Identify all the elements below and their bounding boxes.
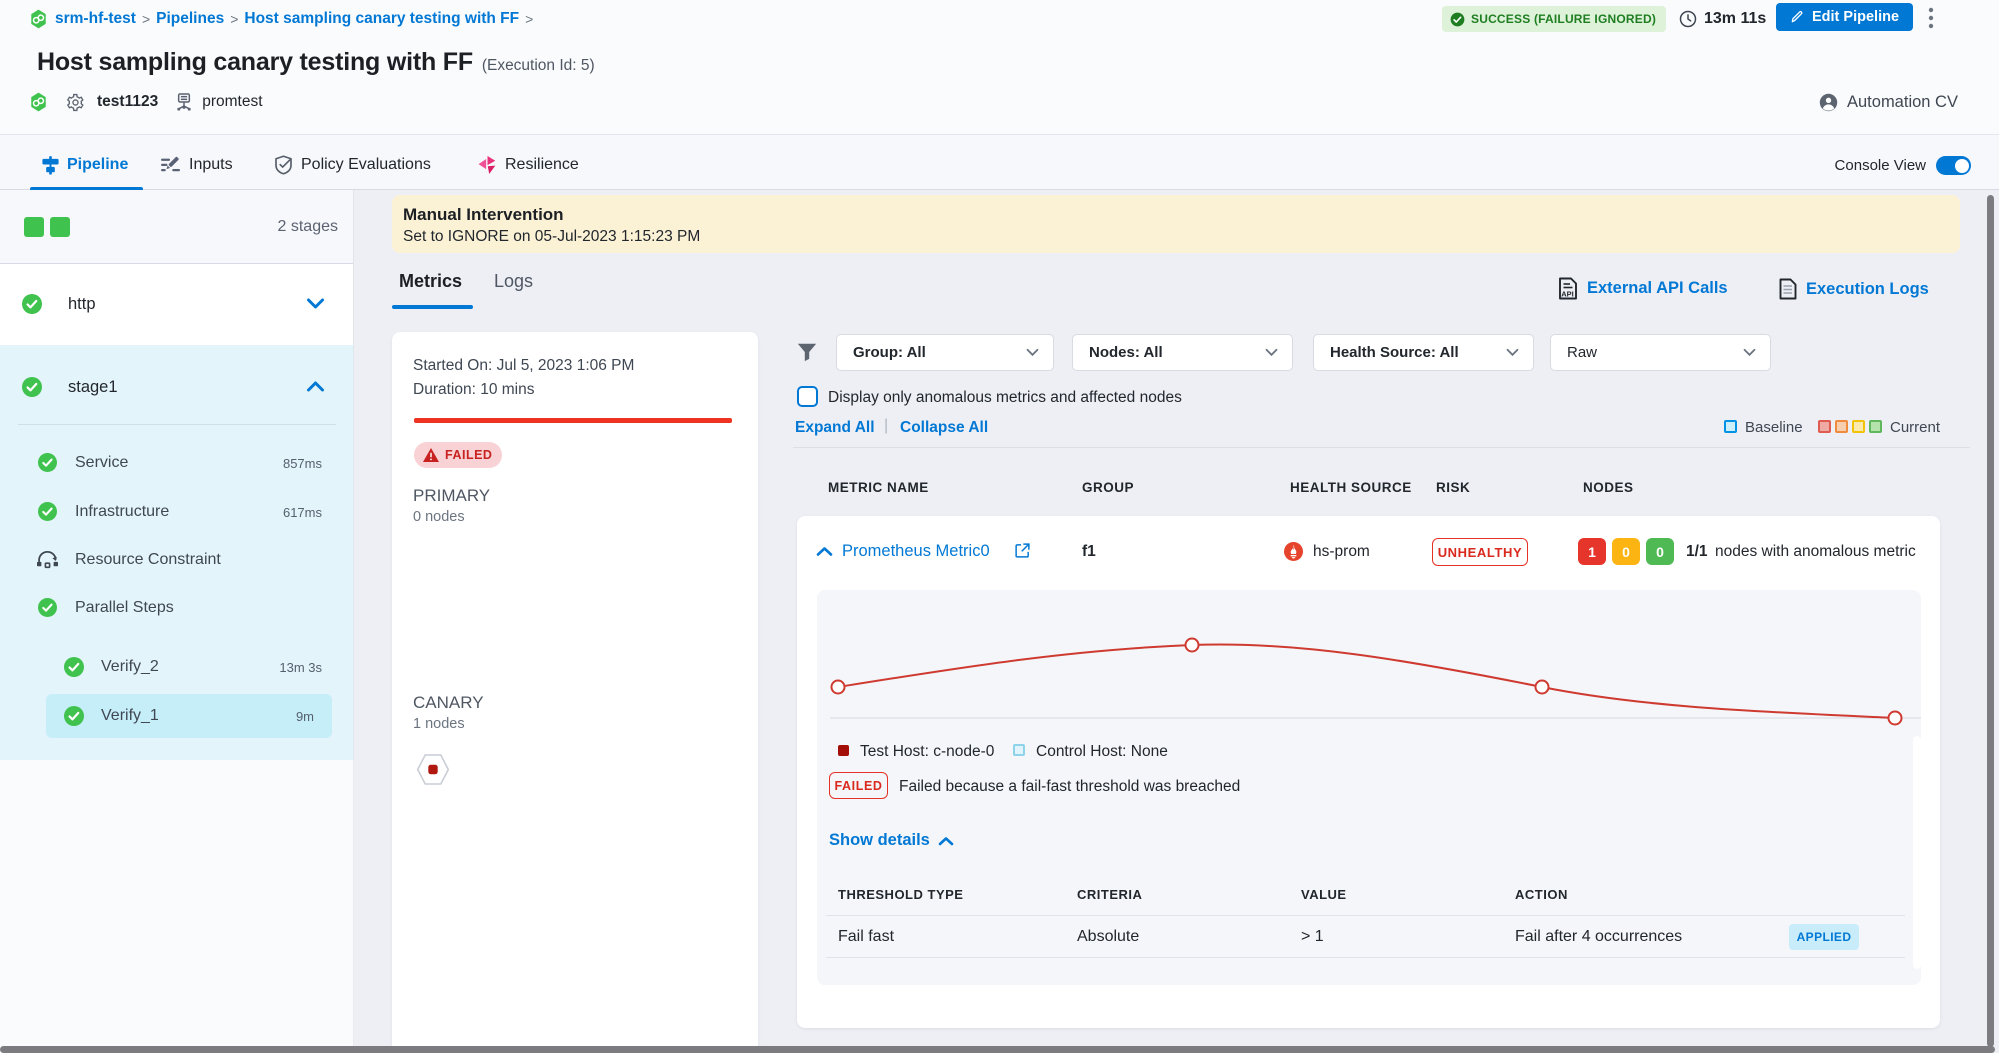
svg-text:API: API — [1561, 290, 1574, 299]
